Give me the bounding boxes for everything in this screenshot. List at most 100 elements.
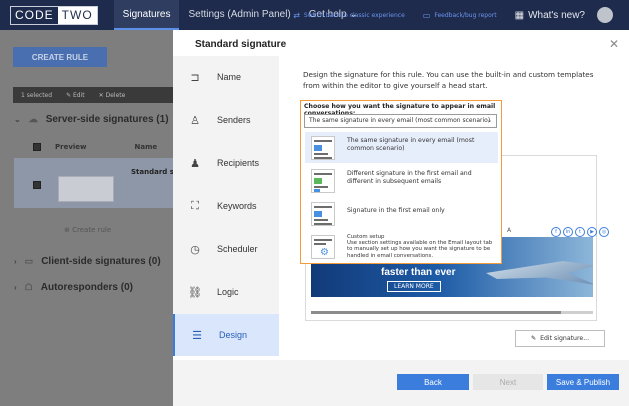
top-bar: CODE TWO Signatures Settings (Admin Pane… (0, 0, 629, 30)
logo[interactable]: CODE TWO (10, 5, 98, 25)
sidenav-item-senders[interactable]: ♙ Senders (173, 99, 279, 141)
delete-rule-label: Delete (105, 91, 126, 99)
gift-icon: ▦ (514, 9, 525, 21)
preview-scrollbar[interactable] (311, 311, 593, 314)
signature-dialog: Standard signature ✕ ⊐ Name ♙ Senders ♟ Rec… (173, 30, 629, 406)
dialog-title: Standard signature (195, 39, 287, 50)
autoresponder-icon: ☖ (24, 282, 33, 292)
close-icon[interactable]: ✕ (609, 37, 619, 51)
conversation-mode-chooser: Choose how you want the signature to app… (300, 100, 502, 264)
sidenav-label-senders: Senders (217, 115, 251, 125)
keywords-icon: ⛶ (191, 199, 199, 212)
logo-two: TWO (57, 6, 97, 24)
recipients-icon: ♟ (190, 157, 200, 170)
gear-icon: ⚙ (320, 247, 329, 258)
selected-count: 1 selected (21, 91, 53, 99)
save-publish-button[interactable]: Save & Publish (547, 374, 619, 390)
group-server-side-label: Server-side signatures (1) (45, 114, 169, 125)
column-preview: Preview (55, 143, 87, 151)
close-icon: ✕ (98, 91, 104, 99)
sidenav-item-design[interactable]: ☰ Design (173, 314, 279, 356)
select-all-checkbox[interactable] (33, 143, 41, 151)
sidenav-label-design: Design (219, 330, 248, 340)
sidenav-label-logic: Logic (217, 287, 239, 297)
avatar[interactable] (597, 7, 613, 23)
sidenav-item-scheduler[interactable]: ◷ Scheduler (173, 228, 279, 270)
create-rule-link[interactable]: ⊕ Create rule (64, 226, 111, 234)
option-label: Different signature in the first email a… (347, 170, 472, 185)
custom-setup-icon: ⚙ (311, 235, 335, 259)
learn-more-button: LEARN MORE (387, 281, 441, 292)
senders-icon: ♙ (190, 114, 200, 127)
group-server-side[interactable]: ⌄ ☁ Server-side signatures (1) (14, 114, 169, 125)
cloud-icon: ☁ (28, 114, 38, 124)
row-checkbox[interactable] (33, 181, 41, 189)
tag-icon: ⊐ (190, 71, 200, 84)
facebook-icon: f (551, 227, 561, 237)
option-different-signature[interactable]: Different signature in the first email a… (305, 165, 498, 196)
signature-thumbnail (58, 176, 114, 202)
sidenav-item-name[interactable]: ⊐ Name (173, 56, 279, 98)
pencil-icon: ✎ (530, 335, 537, 342)
chevron-right-icon: › (14, 257, 17, 266)
sidenav-item-keywords[interactable]: ⛶ Keywords (173, 185, 279, 227)
scrollbar-thumb[interactable] (311, 311, 561, 314)
feedback-label: Feedback/bug report (434, 11, 497, 19)
top-bar-right: ⇄ Switch back to classic experience ▭ Feed… (293, 0, 629, 30)
edit-signature-label: Edit signature... (540, 335, 590, 342)
sidenav-item-logic[interactable]: ⛓ Logic (173, 271, 279, 313)
create-rule-button[interactable]: CREATE RULE (13, 47, 107, 67)
tab-signatures[interactable]: Signatures (113, 0, 180, 30)
switch-classic-link[interactable]: ⇄ Switch back to classic experience (293, 11, 405, 20)
feedback-icon: ▭ (422, 10, 431, 20)
option-custom-setup[interactable]: ⚙ Custom setup Use section settings avai… (305, 231, 498, 262)
jet-image (486, 261, 593, 285)
plus-circle-icon: ⊕ (64, 226, 70, 234)
logo-code: CODE (15, 7, 54, 22)
sidenav-label-recipients: Recipients (217, 158, 260, 168)
edit-signature-button[interactable]: ✎ Edit signature... (515, 330, 605, 347)
monitor-icon: ▭ (24, 256, 34, 266)
edit-rule-button[interactable]: ✎ Edit (66, 92, 85, 99)
group-client-side[interactable]: › ▭ Client-side signatures (0) (14, 256, 161, 267)
switch-classic-label: Switch back to classic experience (303, 11, 405, 19)
design-icon: ☰ (192, 329, 202, 342)
conversation-mode-select[interactable]: The same signature in every email (most … (304, 114, 497, 128)
design-description: Design the signature for this rule. You … (303, 70, 594, 90)
chevron-down-icon: ⌄ (14, 115, 21, 124)
pencil-icon: ✎ (66, 91, 72, 99)
sidenav-label-scheduler: Scheduler (217, 244, 258, 254)
group-autoresponders[interactable]: › ☖ Autoresponders (0) (14, 282, 133, 293)
option-label: Signature in the first email only (347, 207, 445, 214)
switch-icon: ⇄ (293, 10, 300, 20)
different-signature-icon (311, 169, 335, 193)
sidenav-item-recipients[interactable]: ♟ Recipients (173, 142, 279, 184)
logic-icon: ⛓ (188, 286, 202, 299)
back-button[interactable]: Back (397, 374, 469, 390)
rules-toolbar: 1 selected ✎ Edit ✕ Delete (13, 87, 173, 103)
create-rule-link-label: Create rule (72, 226, 112, 234)
column-name: Name (134, 143, 158, 151)
same-signature-icon (311, 136, 335, 160)
option-first-email-only[interactable]: Signature in the first email only (305, 198, 498, 229)
whats-new-button[interactable]: ▦ What's new? (515, 10, 585, 21)
delete-rule-button[interactable]: ✕ Delete (99, 92, 126, 99)
twitter-icon: t (575, 227, 585, 237)
option-label: The same signature in every email (most … (347, 137, 475, 152)
feedback-link[interactable]: ▭ Feedback/bug report (423, 11, 497, 20)
option-same-signature[interactable]: The same signature in every email (most … (305, 132, 498, 163)
select-value: The same signature in every email (most … (309, 117, 491, 124)
clock-icon: ◷ (190, 243, 200, 256)
preview-partial-text: A (507, 227, 512, 234)
whats-new-label: What's new? (528, 9, 585, 21)
sidenav-label-name: Name (217, 72, 242, 82)
banner-text: faster than ever (381, 267, 456, 278)
chevron-right-icon: › (14, 283, 17, 292)
linkedin-icon: in (563, 227, 573, 237)
youtube-icon: ▶ (587, 227, 597, 237)
next-button[interactable]: Next (473, 374, 543, 390)
group-autoresponders-label: Autoresponders (0) (40, 282, 133, 293)
chevron-down-icon: ⌄ (486, 117, 492, 124)
dialog-sidenav: ⊐ Name ♙ Senders ♟ Recipients ⛶ Keywords ◷ Sc… (173, 56, 279, 356)
tab-settings[interactable]: Settings (Admin Panel) (179, 0, 299, 30)
